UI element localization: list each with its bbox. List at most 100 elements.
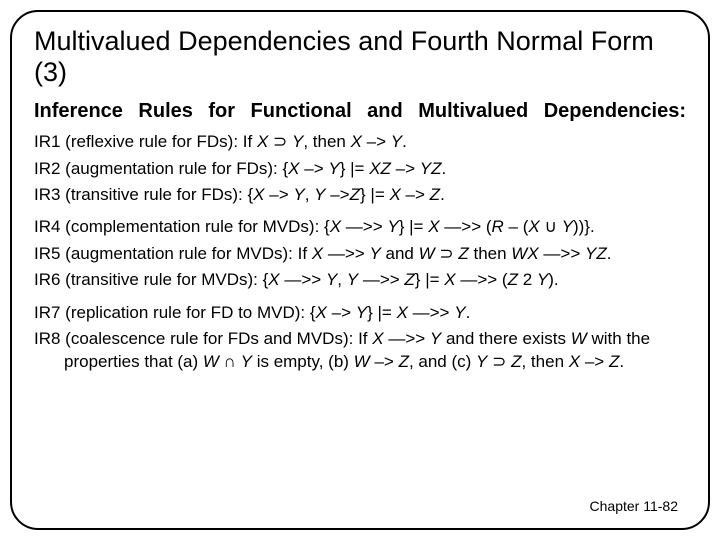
mvd-arrow-icon: —>>	[408, 303, 454, 322]
var: Z	[430, 185, 440, 204]
rule-ir8: IR8 (coalescence rule for FDs and MVDs):…	[34, 328, 686, 373]
arrow-icon: –>	[300, 159, 329, 178]
mvd-arrow-icon: —>> (	[440, 217, 492, 236]
var: X	[389, 185, 400, 204]
var: Z	[609, 352, 619, 371]
section-heading: Inference Rules for Functional and Multi…	[34, 100, 686, 123]
var: X	[257, 132, 268, 151]
var: Y	[430, 329, 441, 348]
var: R	[492, 217, 504, 236]
var: X	[397, 303, 408, 322]
rule-label: IR7 (replication rule for FD to MVD):	[34, 303, 305, 322]
text: .	[442, 159, 447, 178]
text: {	[278, 159, 288, 178]
rule-ir6: IR6 (transitive rule for MVDs): {X —>> Y…	[34, 269, 686, 291]
turnstile-icon: |=	[425, 270, 439, 289]
var: Y	[328, 159, 339, 178]
var: Y	[562, 217, 573, 236]
rule-label: IR3 (transitive rule for FDs):	[34, 185, 243, 204]
rule-ir4: IR4 (complementation rule for MVDs): {X …	[34, 216, 686, 238]
text: ))}.	[573, 217, 595, 236]
var: W	[354, 352, 370, 371]
text: {	[258, 270, 268, 289]
text: .	[619, 352, 624, 371]
text: – (	[504, 217, 529, 236]
var: X	[351, 132, 362, 151]
mvd-arrow-icon: —>>	[341, 217, 387, 236]
var: X	[253, 185, 264, 204]
arrow-icon: –>	[326, 185, 350, 204]
rule-ir2: IR2 (augmentation rule for FDs): {X –> Y…	[34, 158, 686, 180]
text: is empty, (b)	[252, 352, 354, 371]
arrow-icon: –>	[580, 352, 609, 371]
text: .	[402, 132, 407, 151]
var: X	[330, 217, 341, 236]
text: }	[415, 270, 425, 289]
arrow-icon: –>	[391, 159, 420, 178]
var: Z	[350, 185, 360, 204]
var: X	[288, 159, 299, 178]
rule-ir3: IR3 (transitive rule for FDs): {X –> Y, …	[34, 184, 686, 206]
union-icon: ∪	[540, 217, 562, 236]
var: Y	[391, 132, 402, 151]
var: X	[268, 270, 279, 289]
var: Z	[511, 352, 521, 371]
slide-title: Multivalued Dependencies and Fourth Norm…	[34, 26, 686, 88]
text: and there exists	[441, 329, 570, 348]
turnstile-icon: |=	[370, 185, 384, 204]
text: }	[367, 303, 377, 322]
rule-label: IR4 (complementation rule for MVDs):	[34, 217, 319, 236]
var: X	[316, 303, 327, 322]
var: W	[419, 244, 435, 263]
var: Y	[537, 270, 548, 289]
text: {	[305, 303, 315, 322]
text: }	[399, 217, 409, 236]
mvd-arrow-icon: —>>	[323, 244, 369, 263]
intersection-icon: ∩	[219, 352, 241, 371]
arrow-icon: –>	[265, 185, 294, 204]
text: If	[238, 132, 257, 151]
text: If	[293, 244, 312, 263]
mvd-arrow-icon: —>>	[280, 270, 326, 289]
rule-label: IR5 (augmentation rule for MVDs):	[34, 244, 293, 263]
text: }	[340, 159, 350, 178]
var: Y	[241, 352, 252, 371]
text: .	[440, 185, 445, 204]
mvd-arrow-icon: —>>	[358, 270, 404, 289]
var: W	[571, 329, 587, 348]
var: Y	[369, 244, 380, 263]
var: Z	[508, 270, 518, 289]
text: .	[607, 244, 612, 263]
rule-ir5: IR5 (augmentation rule for MVDs): If X —…	[34, 243, 686, 265]
rule-label: IR6 (transitive rule for MVDs):	[34, 270, 258, 289]
var: YZ	[585, 244, 607, 263]
rule-ir7: IR7 (replication rule for FD to MVD): {X…	[34, 302, 686, 324]
var: Z	[458, 244, 468, 263]
text: .	[466, 303, 471, 322]
var: WX	[511, 244, 538, 263]
arrow-icon: –>	[327, 303, 356, 322]
mvd-arrow-icon: —>>	[384, 329, 430, 348]
slide-frame: Multivalued Dependencies and Fourth Norm…	[10, 10, 710, 530]
var: Y	[326, 270, 337, 289]
superset-icon: ⊃	[435, 244, 459, 263]
text: }	[360, 185, 370, 204]
var: X	[372, 329, 383, 348]
text: , then	[303, 132, 350, 151]
text: If	[353, 329, 372, 348]
rules-block: IR1 (reflexive rule for FDs): If X ⊃ Y , …	[34, 131, 686, 373]
mvd-arrow-icon: —>> (	[456, 270, 508, 289]
var: Y	[314, 185, 325, 204]
rule-label: IR8 (coalescence rule for FDs and MVDs):	[34, 329, 353, 348]
superset-icon: ⊃	[268, 132, 292, 151]
text: ,	[305, 185, 314, 204]
var: YZ	[420, 159, 442, 178]
text: 2	[518, 270, 537, 289]
text: then	[469, 244, 512, 263]
rule-label: IR1 (reflexive rule for FDs):	[34, 132, 238, 151]
var: X	[312, 244, 323, 263]
arrow-icon: –>	[362, 132, 391, 151]
text: and	[381, 244, 419, 263]
var: Y	[356, 303, 367, 322]
var: Y	[293, 185, 304, 204]
